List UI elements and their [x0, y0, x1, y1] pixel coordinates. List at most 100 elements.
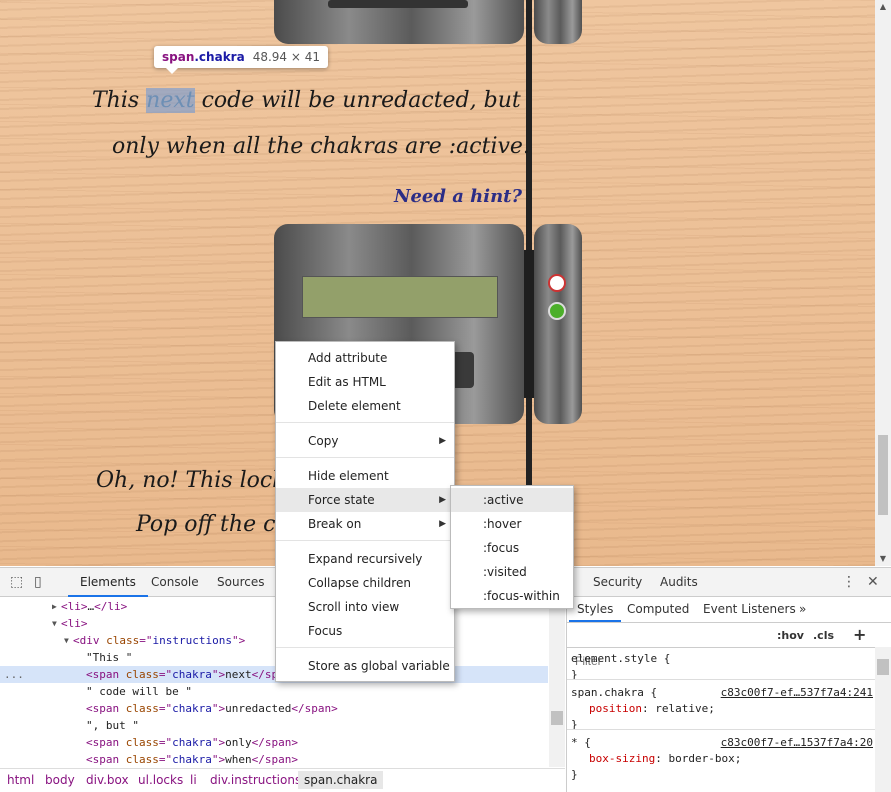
force-state-option[interactable]: :visited: [451, 560, 573, 584]
expand-triangle-icon[interactable]: ▶: [52, 598, 57, 615]
markup-token: ">: [211, 702, 226, 715]
dom-node-markup: <li>: [61, 615, 88, 632]
style-declaration[interactable]: position: relative;: [571, 701, 873, 717]
property-value[interactable]: relative;: [655, 702, 715, 715]
menu-item-scroll-into-view[interactable]: Scroll into view: [276, 595, 454, 619]
breadcrumb-item[interactable]: div.box: [86, 773, 129, 787]
tab-computed[interactable]: Computed: [627, 602, 689, 616]
menu-item-label: Copy: [308, 434, 339, 448]
style-rule: span.chakra {c83c00f7-ef…537f7a4:241 posi…: [571, 685, 873, 733]
style-declaration[interactable]: box-sizing: border-box;: [571, 751, 873, 767]
property-name[interactable]: box-sizing: [589, 752, 655, 765]
menu-item-edit-as-html[interactable]: Edit as HTML: [276, 370, 454, 394]
chakra-span-next[interactable]: next: [146, 88, 195, 113]
more-tabs-icon[interactable]: »: [799, 602, 806, 616]
more-options-icon[interactable]: ⋮: [842, 574, 856, 590]
page-scrollbar-thumb[interactable]: [878, 435, 888, 515]
elements-scrollbar[interactable]: [549, 597, 565, 767]
menu-item-collapse-children[interactable]: Collapse children: [276, 571, 454, 595]
inspect-element-icon[interactable]: ⬚: [10, 574, 23, 590]
breadcrumb-item[interactable]: li: [190, 773, 197, 787]
dom-tree-line[interactable]: ... <span class="chakra">next</sp: [0, 666, 548, 683]
markup-token: class: [106, 634, 140, 647]
menu-item-add-attribute[interactable]: Add attribute: [276, 346, 454, 370]
dom-tree-line[interactable]: ", but ": [0, 717, 548, 734]
breadcrumb-item[interactable]: div.instructions: [210, 773, 301, 787]
selected-node-marker[interactable]: ...: [4, 666, 24, 683]
styles-scrollbar[interactable]: [875, 647, 891, 792]
tab-sources[interactable]: Sources: [217, 575, 264, 589]
force-state-option[interactable]: :focus-within: [451, 584, 573, 608]
breadcrumb-item[interactable]: ul.locks: [138, 773, 183, 787]
collapse-triangle-icon[interactable]: ▼: [64, 632, 69, 649]
hov-toggle-button[interactable]: :hov: [777, 629, 804, 642]
close-devtools-icon[interactable]: ✕: [867, 574, 879, 590]
menu-item-focus[interactable]: Focus: [276, 619, 454, 643]
instructions-line-2: only when all the chakras are :active.: [112, 134, 530, 159]
menu-item-label: Add attribute: [308, 351, 388, 365]
tab-styles[interactable]: Styles: [568, 602, 622, 622]
menu-item-expand-recursively[interactable]: Expand recursively: [276, 547, 454, 571]
declaration-colon: :: [641, 702, 656, 715]
markup-token: </span>: [251, 736, 298, 749]
hint-link[interactable]: Need a hint?: [394, 186, 522, 207]
lock-top-right: [534, 0, 582, 44]
scroll-down-arrow-icon[interactable]: ▼: [875, 552, 891, 566]
rule-selector[interactable]: element.style {: [571, 651, 873, 667]
elements-tree[interactable]: ▶ <li>…</li> ▼ <li> ▼ <div class="instruction…: [0, 597, 548, 767]
tab-audits[interactable]: Audits: [660, 575, 698, 589]
property-value[interactable]: border-box;: [668, 752, 741, 765]
instructions-line-1: This next code will be unredacted, but: [92, 88, 521, 113]
markup-token: "This ": [86, 651, 133, 664]
breadcrumb-item[interactable]: span.chakra: [298, 771, 384, 789]
markup-token: chakra: [172, 702, 212, 715]
dom-tree-line[interactable]: ▼ <div class="instructions">: [0, 632, 548, 649]
markup-token: chakra: [172, 753, 212, 766]
dom-tree-line[interactable]: <span class="chakra">only</span>: [0, 734, 548, 751]
tab-security[interactable]: Security: [593, 575, 642, 589]
dom-tree-line[interactable]: " code will be ": [0, 683, 548, 700]
markup-token: </span>: [251, 753, 298, 766]
page-scrollbar[interactable]: ▲ ▼: [875, 0, 891, 566]
markup-token: </span>: [291, 702, 338, 715]
dom-tree-line[interactable]: <span class="chakra">when</span>: [0, 751, 548, 767]
menu-item-hide-element[interactable]: Hide element: [276, 464, 454, 488]
force-state-option[interactable]: :focus: [451, 536, 573, 560]
scroll-up-arrow-icon[interactable]: ▲: [875, 0, 891, 14]
rule-source-link[interactable]: c83c00f7-ef…1537f7a4:20: [721, 735, 873, 751]
device-toolbar-icon[interactable]: ▯: [34, 574, 42, 590]
menu-item-copy[interactable]: Copy ▶: [276, 429, 454, 453]
markup-token: <div: [73, 634, 107, 647]
rule-source-link[interactable]: c83c00f7-ef…537f7a4:241: [721, 685, 873, 701]
lock-text-line-2: Pop off the c: [136, 512, 276, 537]
dom-node-markup: <span class="chakra">when</span>: [86, 751, 298, 767]
markup-token: chakra: [172, 736, 212, 749]
dom-tree-line[interactable]: "This ": [0, 649, 548, 666]
breadcrumb-item[interactable]: body: [45, 773, 75, 787]
dom-tree-line[interactable]: ▼ <li>: [0, 615, 548, 632]
force-state-option[interactable]: :hover: [451, 512, 573, 536]
menu-item-break-on[interactable]: Break on ▶: [276, 512, 454, 536]
elements-scrollbar-thumb[interactable]: [551, 711, 563, 725]
rule-divider: [567, 679, 875, 680]
force-state-option[interactable]: :active: [451, 488, 573, 512]
menu-item-label: Scroll into view: [308, 600, 400, 614]
lock-top-left: [274, 0, 524, 44]
tab-elements[interactable]: Elements: [68, 575, 148, 597]
tab-event-listeners[interactable]: Event Listeners: [703, 602, 796, 616]
menu-item-force-state[interactable]: Force state ▶: [276, 488, 454, 512]
collapse-triangle-icon[interactable]: ▼: [52, 615, 57, 632]
markup-token: unredacted: [225, 702, 292, 715]
add-rule-button[interactable]: +: [853, 625, 866, 644]
menu-item-delete-element[interactable]: Delete element: [276, 394, 454, 418]
menu-item-store-as-global-variable[interactable]: Store as global variable: [276, 654, 454, 678]
markup-token: when: [225, 753, 252, 766]
cls-toggle-button[interactable]: .cls: [813, 629, 834, 642]
dom-tree-line[interactable]: <span class="chakra">unredacted</span>: [0, 700, 548, 717]
tab-console[interactable]: Console: [151, 575, 199, 589]
breadcrumb-item[interactable]: html: [7, 773, 34, 787]
styles-filter-bar: :hov .cls +: [567, 623, 891, 670]
property-name[interactable]: position: [589, 702, 642, 715]
lock-text-line-1: Oh, no! This lock: [96, 468, 286, 493]
styles-scrollbar-thumb[interactable]: [877, 659, 889, 675]
